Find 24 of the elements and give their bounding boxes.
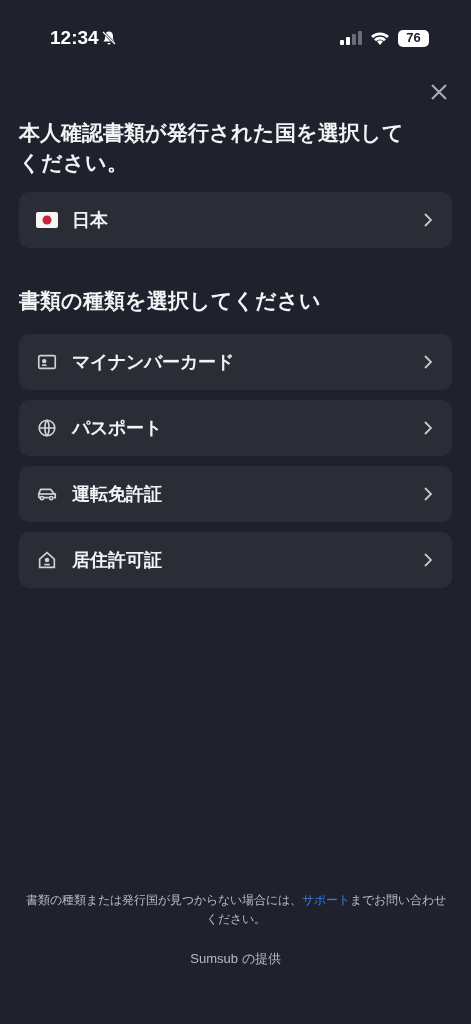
list-item[interactable]: パスポート (19, 400, 452, 456)
list-item[interactable]: マイナンバーカード (19, 334, 452, 390)
bell-slash-icon (100, 30, 117, 46)
chevron-right-icon (421, 212, 435, 228)
signal-icon (340, 31, 362, 45)
status-time: 12:34 (50, 25, 99, 50)
list-item[interactable]: 日本 (19, 192, 452, 248)
chevron-right-icon (421, 552, 435, 568)
section-title: 本人確認書類が発行された国を選択してください。 (19, 120, 405, 176)
powered-by-text: Sumsub の提供 (190, 949, 281, 968)
wifi-icon (370, 31, 390, 45)
list-item[interactable]: 運転免許証 (19, 466, 452, 522)
globe-icon (36, 417, 58, 439)
section-title: 書類の種類を選択してください (19, 288, 322, 314)
chevron-right-icon (421, 486, 435, 502)
house-icon (36, 549, 58, 571)
support-link[interactable]: サポート (301, 892, 350, 907)
list-item[interactable]: 居住許可証 (19, 532, 452, 588)
flag-icon (36, 212, 58, 228)
battery-indicator: 76 (398, 29, 429, 47)
chevron-right-icon (421, 420, 435, 436)
help-note: 書類の種類または発行国が見つからない場合には、サポート までお問い合わせください。 (24, 891, 447, 928)
close-button[interactable] (429, 82, 449, 102)
chevron-right-icon (421, 354, 435, 370)
